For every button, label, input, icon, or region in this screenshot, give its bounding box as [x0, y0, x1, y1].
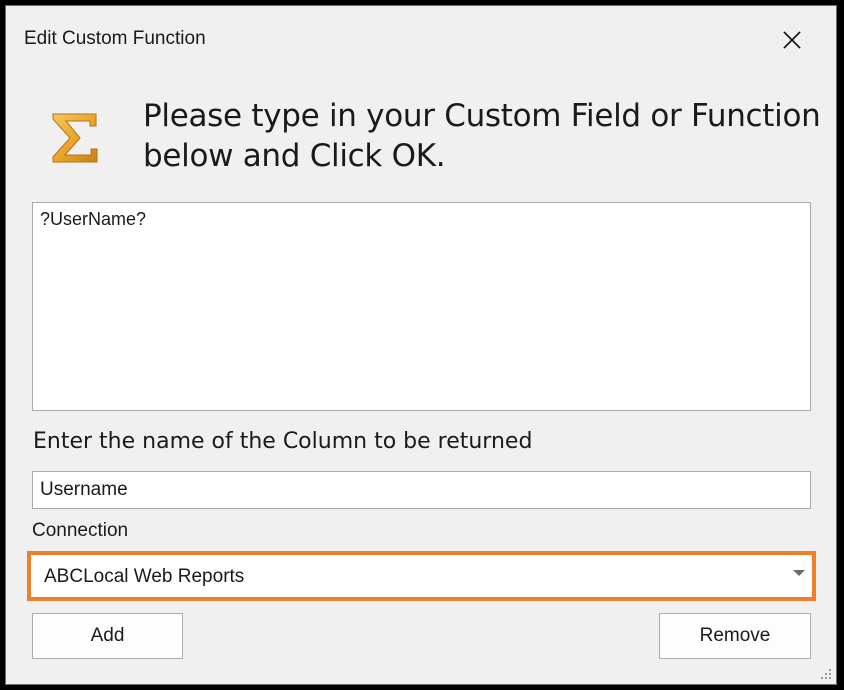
column-name-input[interactable]: [32, 471, 811, 509]
connection-label: Connection: [32, 520, 129, 541]
sigma-icon: [52, 113, 98, 163]
close-button[interactable]: [764, 18, 820, 62]
resize-grip-icon[interactable]: [818, 666, 832, 680]
add-button[interactable]: Add: [32, 613, 183, 659]
function-textarea[interactable]: [32, 202, 811, 411]
chevron-down-icon[interactable]: [793, 570, 805, 576]
dialog-title: Edit Custom Function: [24, 28, 206, 49]
column-name-label: Enter the name of the Column to be retur…: [33, 429, 533, 454]
connection-highlight: ABCLocal Web Reports: [27, 551, 816, 601]
prompt-header: Please type in your Custom Field or Func…: [6, 86, 836, 186]
close-icon: [783, 31, 801, 49]
instruction-line-2: below and Click OK.: [143, 138, 446, 174]
title-bar: Edit Custom Function: [6, 6, 836, 64]
connection-dropdown[interactable]: ABCLocal Web Reports: [35, 559, 808, 593]
remove-button[interactable]: Remove: [659, 613, 811, 659]
instruction-line-1: Please type in your Custom Field or Func…: [143, 98, 821, 134]
edit-custom-function-dialog: Edit Custom Function Please type in your…: [5, 5, 837, 685]
connection-selected-value: ABCLocal Web Reports: [44, 566, 245, 587]
instruction-text: Please type in your Custom Field or Func…: [143, 96, 823, 176]
